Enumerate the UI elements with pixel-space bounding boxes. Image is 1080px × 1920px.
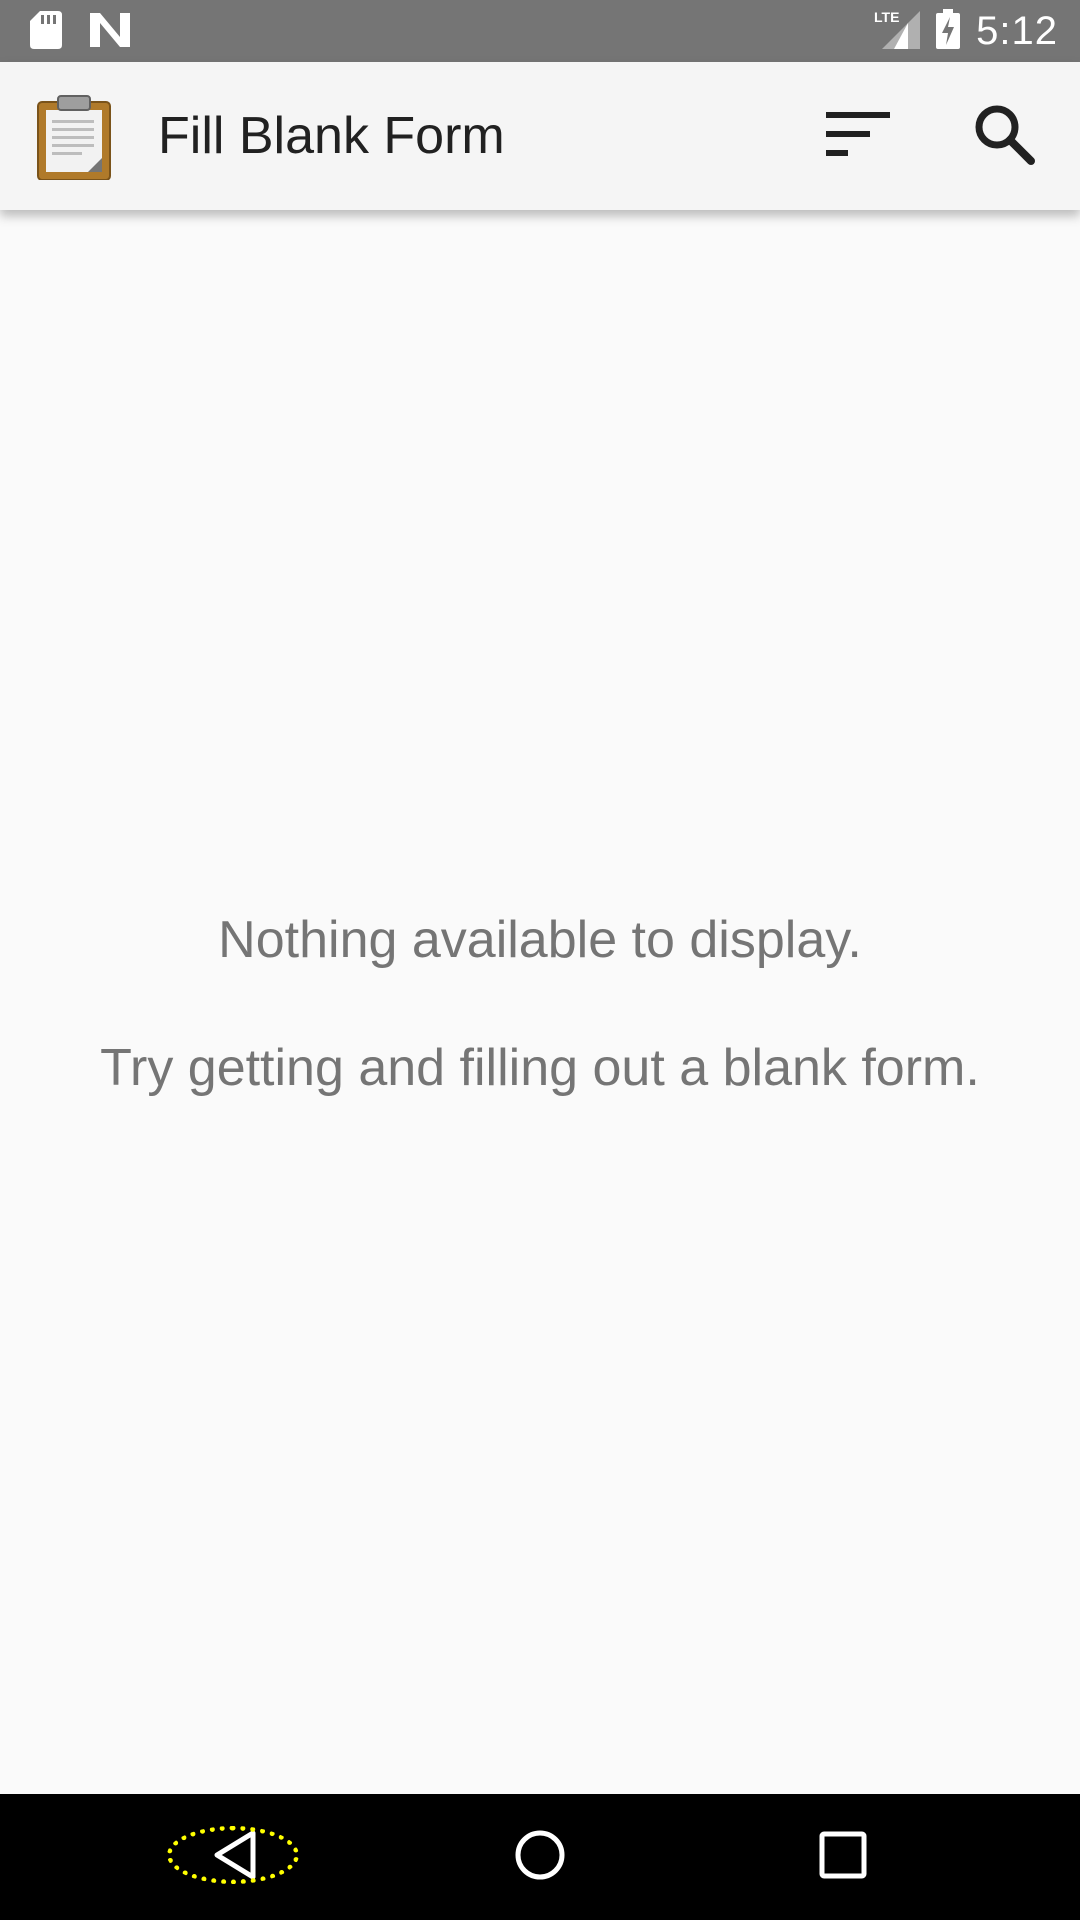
search-icon	[973, 103, 1035, 169]
clipboard-icon	[36, 94, 112, 181]
sort-icon	[826, 112, 890, 160]
home-icon	[514, 1829, 566, 1885]
status-right-icons: LTE 5:12	[874, 8, 1058, 54]
sd-card-icon	[30, 11, 62, 53]
app-bar: Fill Blank Form	[0, 62, 1080, 210]
home-button[interactable]	[470, 1810, 610, 1904]
back-button[interactable]	[165, 1810, 305, 1904]
empty-state-title: Nothing available to display.	[218, 911, 862, 969]
svg-text:LTE: LTE	[874, 9, 899, 25]
focus-highlight	[167, 1826, 299, 1884]
empty-state-hint: Try getting and filling out a blank form…	[100, 1039, 980, 1097]
page-title: Fill Blank Form	[158, 107, 505, 165]
lte-signal-icon: LTE	[874, 9, 921, 53]
navigation-bar	[0, 1794, 1080, 1920]
recents-icon	[819, 1831, 867, 1883]
status-bar: LTE 5:12	[0, 0, 1080, 62]
status-left-icons	[30, 11, 130, 53]
empty-state: Nothing available to display. Try gettin…	[0, 900, 1080, 1108]
recents-button[interactable]	[773, 1810, 913, 1904]
n-logo-icon	[90, 13, 130, 51]
sort-button[interactable]	[820, 98, 896, 174]
battery-charging-icon	[936, 9, 961, 53]
status-time: 5:12	[976, 8, 1058, 53]
search-button[interactable]	[966, 98, 1042, 174]
